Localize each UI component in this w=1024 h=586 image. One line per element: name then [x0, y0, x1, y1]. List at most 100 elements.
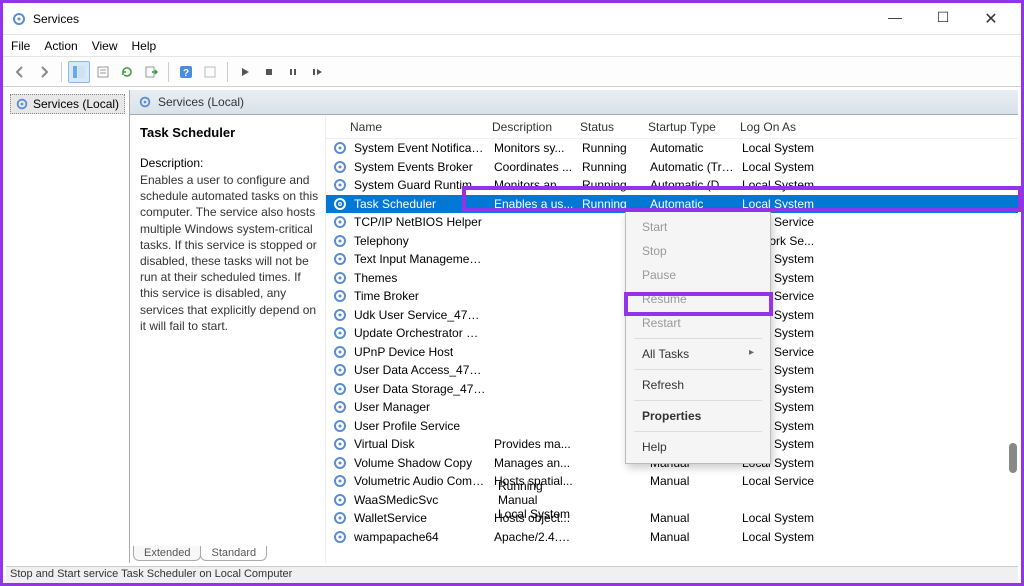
cell-logon: Local Service — [738, 474, 838, 488]
cell-logon: Local System — [738, 530, 838, 544]
cell-name: Task Scheduler — [350, 197, 490, 211]
cell-startup: Manual — [646, 511, 738, 525]
cell-description: Hosts object... — [490, 511, 578, 525]
cell-name: Volume Shadow Copy — [350, 456, 490, 470]
context-pause[interactable]: Pause — [626, 263, 770, 287]
cell-logon: Local System — [738, 511, 838, 525]
help-button-2[interactable] — [199, 61, 221, 83]
cell-description: Enables a us... — [490, 197, 578, 211]
forward-button[interactable] — [33, 61, 55, 83]
gear-icon — [138, 95, 152, 109]
cell-name: System Events Broker — [350, 160, 490, 174]
properties-button[interactable] — [92, 61, 114, 83]
minimize-button[interactable]: — — [881, 9, 909, 29]
cell-name: User Manager — [350, 400, 490, 414]
cell-name: WalletService — [350, 511, 490, 525]
tab-extended[interactable]: Extended — [133, 546, 201, 561]
cell-status: Running — [578, 160, 646, 174]
cell-startup: Automatic (De... — [646, 178, 738, 192]
gear-icon — [15, 97, 29, 111]
service-row[interactable]: Volumetric Audio Composit...Hosts spatia… — [326, 472, 1018, 491]
menu-help[interactable]: Help — [132, 39, 157, 53]
cell-description: Manages an... — [490, 456, 578, 470]
service-row[interactable]: wampapache64Apache/2.4.5... ManualLocal S… — [326, 528, 1018, 547]
context-restart[interactable]: Restart — [626, 311, 770, 335]
context-menu: Start Stop Pause Resume Restart All Task… — [625, 210, 771, 464]
cell-name: WaaSMedicSvc — [350, 493, 490, 507]
start-service-button[interactable] — [234, 61, 256, 83]
cell-name: TCP/IP NetBIOS Helper — [350, 215, 490, 229]
context-refresh[interactable]: Refresh — [626, 373, 770, 397]
cell-startup: Automatic — [646, 141, 738, 155]
cell-logon: Local System — [738, 178, 838, 192]
stop-service-button[interactable] — [258, 61, 280, 83]
cell-startup: Manual — [494, 493, 578, 507]
context-properties[interactable]: Properties — [626, 404, 770, 428]
tab-standard[interactable]: Standard — [200, 546, 267, 561]
cell-startup: Manual — [646, 474, 738, 488]
context-stop[interactable]: Stop — [626, 239, 770, 263]
column-name[interactable]: Name — [332, 120, 488, 134]
show-hide-tree-button[interactable] — [68, 61, 90, 83]
cell-description: Coordinates ... — [490, 160, 578, 174]
context-start[interactable]: Start — [626, 215, 770, 239]
cell-name: User Profile Service — [350, 419, 490, 433]
cell-description: Monitors sy... — [490, 141, 578, 155]
services-icon — [11, 11, 27, 27]
cell-name: Telephony — [350, 234, 490, 248]
service-row[interactable]: WalletServiceHosts object... ManualLocal … — [326, 509, 1018, 528]
cell-description: Apache/2.4.5... — [490, 530, 578, 544]
cell-name: Text Input Management Ser... — [350, 252, 490, 266]
cell-status: Running — [578, 197, 646, 211]
toolbar: ? — [3, 57, 1021, 87]
context-resume[interactable]: Resume — [626, 287, 770, 311]
tree-node-label: Services (Local) — [33, 97, 119, 111]
cell-startup: Manual — [646, 530, 738, 544]
scrollbar[interactable] — [1009, 443, 1017, 473]
maximize-button[interactable]: ☐ — [929, 9, 957, 29]
column-description[interactable]: Description — [488, 120, 576, 134]
description-text: Enables a user to configure and schedule… — [140, 172, 321, 334]
service-row[interactable]: System Event Notification S...Monitors s… — [326, 139, 1018, 158]
export-button[interactable] — [140, 61, 162, 83]
column-logon[interactable]: Log On As — [736, 120, 836, 134]
help-button[interactable]: ? — [175, 61, 197, 83]
cell-name: wampapache64 — [350, 530, 490, 544]
cell-name: Udk User Service_47711 — [350, 308, 490, 322]
panel-title: Services (Local) — [158, 95, 244, 109]
cell-description: Monitors an... — [490, 178, 578, 192]
cell-status: Running — [578, 141, 646, 155]
cell-name: Update Orchestrator Service — [350, 326, 490, 340]
cell-logon: Local System — [738, 160, 838, 174]
pause-service-button[interactable] — [282, 61, 304, 83]
selected-service-name: Task Scheduler — [140, 125, 321, 140]
column-startup[interactable]: Startup Type — [644, 120, 736, 134]
context-all-tasks[interactable]: All Tasks▸ — [626, 342, 770, 366]
cell-name: System Event Notification S... — [350, 141, 490, 155]
service-row[interactable]: System Events BrokerCoordinates ...Runni… — [326, 158, 1018, 177]
restart-service-button[interactable] — [306, 61, 328, 83]
menu-view[interactable]: View — [92, 39, 118, 53]
service-row[interactable]: WaaSMedicSvcRunningManualLocal System — [326, 491, 1018, 510]
back-button[interactable] — [9, 61, 31, 83]
tree-node-services-local[interactable]: Services (Local) — [10, 94, 125, 114]
refresh-button[interactable] — [116, 61, 138, 83]
cell-name: User Data Access_47711 — [350, 363, 490, 377]
cell-logon: Local System — [738, 197, 838, 211]
cell-status: Running — [578, 178, 646, 192]
cell-startup: Automatic (Tri... — [646, 160, 738, 174]
window-title: Services — [33, 12, 881, 26]
menu-action[interactable]: Action — [44, 39, 77, 53]
svg-text:?: ? — [183, 68, 189, 79]
menu-file[interactable]: File — [11, 39, 30, 53]
tree-panel: Services (Local) — [6, 90, 130, 563]
statusbar: Stop and Start service Task Scheduler on… — [6, 566, 1018, 583]
context-help[interactable]: Help — [626, 435, 770, 459]
panel-header: Services (Local) — [130, 90, 1018, 115]
titlebar: Services — ☐ ✕ — [3, 3, 1021, 35]
cell-status: Running — [494, 479, 562, 493]
close-button[interactable]: ✕ — [977, 9, 1005, 29]
service-row[interactable]: System Guard Runtime Mon...Monitors an..… — [326, 176, 1018, 195]
cell-name: Virtual Disk — [350, 437, 490, 451]
column-status[interactable]: Status — [576, 120, 644, 134]
